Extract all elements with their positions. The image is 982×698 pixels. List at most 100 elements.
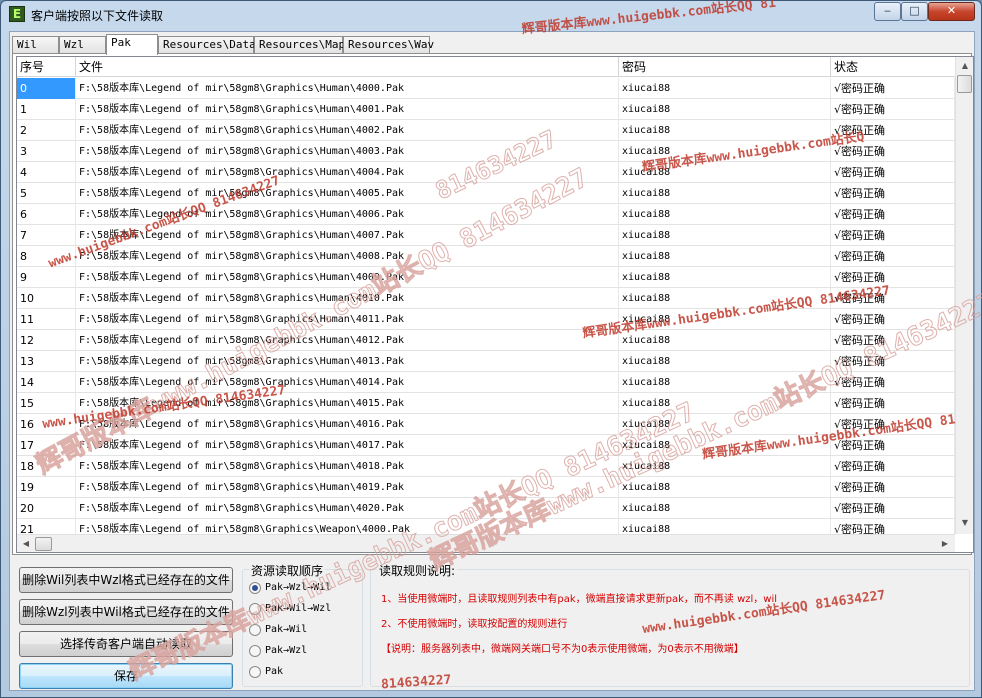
- header-file[interactable]: 文件: [76, 57, 619, 77]
- radio-icon[interactable]: [249, 645, 261, 657]
- cell-file[interactable]: F:\58版本库\Legend of mir\58gm8\Graphics\Hu…: [76, 225, 619, 246]
- radio-icon[interactable]: [249, 603, 261, 615]
- radio-icon[interactable]: [249, 624, 261, 636]
- cell-file[interactable]: F:\58版本库\Legend of mir\58gm8\Graphics\Hu…: [76, 99, 619, 120]
- cell-file[interactable]: F:\58版本库\Legend of mir\58gm8\Graphics\Hu…: [76, 498, 619, 519]
- cell-password[interactable]: xiucai88: [619, 288, 831, 309]
- scroll-thumb[interactable]: [957, 75, 972, 93]
- header-index[interactable]: 序号: [17, 57, 76, 77]
- cell-status[interactable]: √密码正确: [831, 99, 955, 120]
- cell-file[interactable]: F:\58版本库\Legend of mir\58gm8\Graphics\Hu…: [76, 372, 619, 393]
- tab-wil[interactable]: Wil: [12, 36, 59, 54]
- cell-index[interactable]: 18: [17, 456, 76, 477]
- radio-icon[interactable]: [249, 666, 261, 678]
- tab-wzl[interactable]: Wzl: [59, 36, 106, 54]
- cell-index[interactable]: 9: [17, 267, 76, 288]
- title-bar[interactable]: E 客户端按照以下文件读取 ‒ □ ✕: [1, 1, 981, 29]
- table-row[interactable]: 7 F:\58版本库\Legend of mir\58gm8\Graphics\H…: [17, 225, 955, 246]
- table-row[interactable]: 12 F:\58版本库\Legend of mir\58gm8\Graphics\…: [17, 330, 955, 351]
- cell-password[interactable]: xiucai88: [619, 246, 831, 267]
- cell-password[interactable]: xiucai88: [619, 309, 831, 330]
- cell-index[interactable]: 3: [17, 141, 76, 162]
- order-option-1[interactable]: Pak→Wzl→Wil: [249, 580, 331, 596]
- cell-index[interactable]: 0: [17, 78, 76, 99]
- hscroll-thumb[interactable]: [35, 537, 52, 551]
- table-row[interactable]: 16 F:\58版本库\Legend of mir\58gm8\Graphics\…: [17, 414, 955, 435]
- tab-resources-wav[interactable]: Resources\Wav: [343, 36, 434, 54]
- cell-password[interactable]: xiucai88: [619, 78, 831, 99]
- cell-index[interactable]: 8: [17, 246, 76, 267]
- tab-resources-map[interactable]: Resources\Map: [254, 36, 345, 54]
- cell-status[interactable]: √密码正确: [831, 120, 955, 141]
- scroll-up-icon[interactable]: ▲: [957, 58, 973, 74]
- cell-password[interactable]: xiucai88: [619, 351, 831, 372]
- cell-status[interactable]: √密码正确: [831, 351, 955, 372]
- header-password[interactable]: 密码: [619, 57, 831, 77]
- table-row[interactable]: 18 F:\58版本库\Legend of mir\58gm8\Graphics\…: [17, 456, 955, 477]
- cell-status[interactable]: √密码正确: [831, 456, 955, 477]
- cell-index[interactable]: 19: [17, 477, 76, 498]
- cell-file[interactable]: F:\58版本库\Legend of mir\58gm8\Graphics\Hu…: [76, 246, 619, 267]
- cell-password[interactable]: xiucai88: [619, 99, 831, 120]
- table-row[interactable]: 6 F:\58版本库\Legend of mir\58gm8\Graphics\H…: [17, 204, 955, 225]
- maximize-button[interactable]: □: [901, 2, 928, 21]
- cell-file[interactable]: F:\58版本库\Legend of mir\58gm8\Graphics\Hu…: [76, 309, 619, 330]
- cell-file[interactable]: F:\58版本库\Legend of mir\58gm8\Graphics\Hu…: [76, 141, 619, 162]
- cell-password[interactable]: xiucai88: [619, 120, 831, 141]
- tab-resources-data[interactable]: Resources\Data: [158, 36, 256, 54]
- cell-index[interactable]: 17: [17, 435, 76, 456]
- cell-file[interactable]: F:\58版本库\Legend of mir\58gm8\Graphics\Hu…: [76, 456, 619, 477]
- cell-file[interactable]: F:\58版本库\Legend of mir\58gm8\Graphics\Hu…: [76, 393, 619, 414]
- cell-status[interactable]: √密码正确: [831, 372, 955, 393]
- table-row[interactable]: 14 F:\58版本库\Legend of mir\58gm8\Graphics\…: [17, 372, 955, 393]
- cell-index[interactable]: 10: [17, 288, 76, 309]
- cell-index[interactable]: 4: [17, 162, 76, 183]
- table-row[interactable]: 13 F:\58版本库\Legend of mir\58gm8\Graphics\…: [17, 351, 955, 372]
- cell-file[interactable]: F:\58版本库\Legend of mir\58gm8\Graphics\Hu…: [76, 183, 619, 204]
- cell-status[interactable]: √密码正确: [831, 477, 955, 498]
- save-button[interactable]: 保存: [19, 663, 233, 689]
- cell-status[interactable]: √密码正确: [831, 309, 955, 330]
- cell-file[interactable]: F:\58版本库\Legend of mir\58gm8\Graphics\Hu…: [76, 288, 619, 309]
- delete-wzl-duplicates-button[interactable]: 删除Wzl列表中Wil格式已经存在的文件: [19, 599, 233, 625]
- order-option-3[interactable]: Pak→Wil: [249, 622, 307, 638]
- cell-file[interactable]: F:\58版本库\Legend of mir\58gm8\Graphics\Hu…: [76, 267, 619, 288]
- cell-status[interactable]: √密码正确: [831, 183, 955, 204]
- cell-password[interactable]: xiucai88: [619, 204, 831, 225]
- cell-status[interactable]: √密码正确: [831, 78, 955, 99]
- cell-status[interactable]: √密码正确: [831, 225, 955, 246]
- cell-password[interactable]: xiucai88: [619, 225, 831, 246]
- cell-password[interactable]: xiucai88: [619, 498, 831, 519]
- cell-file[interactable]: F:\58版本库\Legend of mir\58gm8\Graphics\Hu…: [76, 120, 619, 141]
- close-button[interactable]: ✕: [928, 2, 975, 21]
- cell-file[interactable]: F:\58版本库\Legend of mir\58gm8\Graphics\Hu…: [76, 330, 619, 351]
- cell-file[interactable]: F:\58版本库\Legend of mir\58gm8\Graphics\Hu…: [76, 414, 619, 435]
- delete-wil-duplicates-button[interactable]: 删除Wil列表中Wzl格式已经存在的文件: [19, 567, 233, 593]
- table-row[interactable]: 0 F:\58版本库\Legend of mir\58gm8\Graphics\H…: [17, 78, 955, 99]
- table-row[interactable]: 10 F:\58版本库\Legend of mir\58gm8\Graphics\…: [17, 288, 955, 309]
- table-row[interactable]: 17 F:\58版本库\Legend of mir\58gm8\Graphics\…: [17, 435, 955, 456]
- scroll-right-icon[interactable]: ▶: [937, 536, 953, 552]
- cell-file[interactable]: F:\58版本库\Legend of mir\58gm8\Graphics\Hu…: [76, 477, 619, 498]
- table-row[interactable]: 3 F:\58版本库\Legend of mir\58gm8\Graphics\H…: [17, 141, 955, 162]
- minimize-button[interactable]: ‒: [874, 2, 901, 21]
- cell-index[interactable]: 5: [17, 183, 76, 204]
- table-row[interactable]: 1 F:\58版本库\Legend of mir\58gm8\Graphics\H…: [17, 99, 955, 120]
- cell-index[interactable]: 14: [17, 372, 76, 393]
- cell-password[interactable]: xiucai88: [619, 267, 831, 288]
- cell-password[interactable]: xiucai88: [619, 183, 831, 204]
- table-row[interactable]: 15 F:\58版本库\Legend of mir\58gm8\Graphics\…: [17, 393, 955, 414]
- cell-password[interactable]: xiucai88: [619, 435, 831, 456]
- table-row[interactable]: 9 F:\58版本库\Legend of mir\58gm8\Graphics\H…: [17, 267, 955, 288]
- tab-pak[interactable]: Pak: [106, 34, 158, 55]
- cell-password[interactable]: xiucai88: [619, 141, 831, 162]
- header-status[interactable]: 状态: [831, 57, 955, 77]
- cell-index[interactable]: 12: [17, 330, 76, 351]
- cell-status[interactable]: √密码正确: [831, 498, 955, 519]
- cell-status[interactable]: √密码正确: [831, 330, 955, 351]
- cell-file[interactable]: F:\58版本库\Legend of mir\58gm8\Graphics\Hu…: [76, 351, 619, 372]
- radio-selected-icon[interactable]: [249, 582, 261, 594]
- scroll-down-icon[interactable]: ▼: [957, 515, 973, 531]
- cell-file[interactable]: F:\58版本库\Legend of mir\58gm8\Graphics\Hu…: [76, 78, 619, 99]
- cell-index[interactable]: 13: [17, 351, 76, 372]
